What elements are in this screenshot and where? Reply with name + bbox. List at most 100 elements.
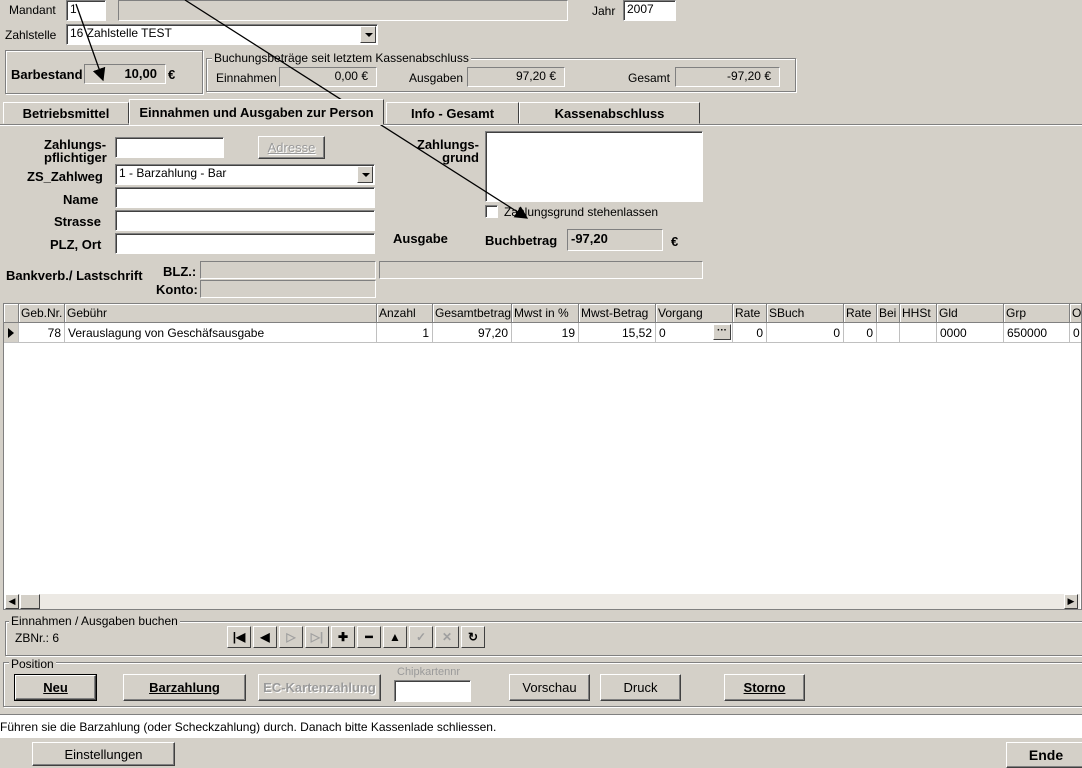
vorgang-value: 0 <box>659 326 666 340</box>
zahlungsgrund-textarea[interactable] <box>485 131 703 202</box>
col-o[interactable]: O <box>1070 304 1081 323</box>
cell-grp[interactable]: 650000 <box>1004 323 1070 343</box>
name-field[interactable] <box>115 187 375 208</box>
plz-ort-field[interactable] <box>115 233 375 254</box>
col-sbuch[interactable]: SBuch <box>767 304 844 323</box>
blz-label: BLZ.: <box>163 264 197 279</box>
col-mwst-betrag[interactable]: Mwst-Betrag <box>579 304 656 323</box>
strasse-field[interactable] <box>115 210 375 231</box>
barzahlung-button[interactable]: Barzahlung <box>123 674 246 701</box>
stehenlassen-checkbox[interactable] <box>485 205 498 218</box>
buchen-title: Einnahmen / Ausgaben buchen <box>9 614 180 628</box>
einstellungen-button[interactable]: Einstellungen <box>32 742 175 766</box>
cell-hhst[interactable] <box>900 323 937 343</box>
next-icon[interactable]: ▷ <box>279 626 303 648</box>
cancel-icon[interactable]: ✕ <box>435 626 459 648</box>
minus-icon[interactable]: ━ <box>357 626 381 648</box>
vorschau-button[interactable]: Vorschau <box>509 674 590 701</box>
col-gld[interactable]: Gld <box>937 304 1004 323</box>
zahlungspflichtiger-field[interactable] <box>115 137 224 158</box>
refresh-icon[interactable]: ↻ <box>461 626 485 648</box>
col-rate-2[interactable]: Rate <box>844 304 877 323</box>
ec-kartenzahlung-button[interactable]: EC-Kartenzahlung <box>258 674 381 701</box>
cell-sbuch[interactable]: 0 <box>767 323 844 343</box>
col-gebnr[interactable]: Geb.Nr. <box>19 304 65 323</box>
ellipsis-button[interactable]: ··· <box>713 324 731 340</box>
check-icon[interactable]: ✓ <box>409 626 433 648</box>
zahlstelle-label: Zahlstelle <box>5 28 57 42</box>
cell-gebuehr[interactable]: Verauslagung von Geschäfsausgabe <box>65 323 377 343</box>
neu-button[interactable]: Neu <box>14 674 97 701</box>
cell-anzahl[interactable]: 1 <box>377 323 433 343</box>
buchungsbetraege-title: Buchungsbeträge seit letztem Kassenabsch… <box>212 51 471 65</box>
horizontal-scrollbar[interactable] <box>5 594 1080 609</box>
scroll-right-icon[interactable]: ▶ <box>1064 594 1078 609</box>
jahr-field[interactable]: 2007 <box>623 0 676 21</box>
zahlstelle-value: 16 Zahlstelle TEST <box>70 26 172 40</box>
cell-gebnr[interactable]: 78 <box>19 323 65 343</box>
storno-button[interactable]: Storno <box>724 674 805 701</box>
druck-button[interactable]: Druck <box>600 674 681 701</box>
cell-gesamtbetrag[interactable]: 97,20 <box>433 323 512 343</box>
last-icon[interactable]: ▷| <box>305 626 329 648</box>
prev-icon[interactable]: ◀ <box>253 626 277 648</box>
scroll-left-icon[interactable]: ◀ <box>5 594 19 609</box>
tab-info-gesamt[interactable]: Info - Gesamt <box>386 102 519 124</box>
jahr-label: Jahr <box>592 4 616 18</box>
scroll-thumb[interactable] <box>20 594 40 609</box>
cell-o[interactable]: 0 <box>1070 323 1081 343</box>
tab-kassenabschluss[interactable]: Kassenabschluss <box>519 102 700 124</box>
col-gebuehr[interactable]: Gebühr <box>65 304 377 323</box>
cell-vorgang[interactable]: 0 ··· <box>656 323 733 343</box>
cell-mwst-betrag[interactable]: 15,52 <box>579 323 656 343</box>
col-bei[interactable]: Bei <box>877 304 900 323</box>
chevron-down-icon[interactable] <box>357 166 373 183</box>
einnahmen-value: 0,00 € <box>279 67 377 87</box>
chipkarten-field[interactable] <box>394 680 471 702</box>
zbnr-label: ZBNr.: 6 <box>15 631 60 645</box>
positions-grid[interactable]: Geb.Nr. Gebühr Anzahl Gesamtbetrag Mwst … <box>3 303 1082 610</box>
bankverb-label: Bankverb./ Lastschrift <box>6 268 143 283</box>
row-header-corner <box>4 304 19 323</box>
col-hhst[interactable]: HHSt <box>900 304 937 323</box>
col-rate[interactable]: Rate <box>733 304 767 323</box>
up-icon[interactable]: ▲ <box>383 626 407 648</box>
status-bar: Führen sie die Barzahlung (oder Scheckza… <box>0 714 1082 738</box>
chipkarten-label: Chipkartennr <box>397 666 460 678</box>
status-message: Führen sie die Barzahlung (oder Scheckza… <box>0 720 497 734</box>
col-vorgang[interactable]: Vorgang <box>656 304 733 323</box>
position-title: Position <box>9 657 56 671</box>
name-label: Name <box>63 192 99 207</box>
cell-mwst-prozent[interactable]: 19 <box>512 323 579 343</box>
buchbetrag-label: Buchbetrag <box>485 233 558 248</box>
plus-icon[interactable]: ✚ <box>331 626 355 648</box>
gesamt-value: -97,20 € <box>675 67 780 87</box>
mandant-field[interactable]: 1 <box>66 0 106 21</box>
tab-einnahmen-ausgaben[interactable]: Einnahmen und Ausgaben zur Person <box>129 99 384 125</box>
cell-gld[interactable]: 0000 <box>937 323 1004 343</box>
ende-button[interactable]: Ende <box>1006 742 1082 768</box>
konto-label: Konto: <box>156 282 198 297</box>
col-mwst-prozent[interactable]: Mwst in % <box>512 304 579 323</box>
ausgaben-label: Ausgaben <box>409 71 464 85</box>
col-anzahl[interactable]: Anzahl <box>377 304 433 323</box>
ausgaben-value: 97,20 € <box>467 67 565 87</box>
cell-rate[interactable]: 0 <box>733 323 767 343</box>
tab-betriebsmittel[interactable]: Betriebsmittel <box>3 102 129 124</box>
cell-bei[interactable] <box>877 323 900 343</box>
zahlstelle-select[interactable]: 16 Zahlstelle TEST <box>66 24 378 45</box>
cell-rate-2[interactable]: 0 <box>844 323 877 343</box>
barbestand-value: 10,00 <box>84 64 166 84</box>
chevron-down-icon[interactable] <box>360 26 376 43</box>
gesamt-label: Gesamt <box>628 71 671 85</box>
zahlweg-label: ZS_Zahlweg <box>27 169 103 184</box>
first-icon[interactable]: |◀ <box>227 626 251 648</box>
adresse-button[interactable]: Adresse <box>258 136 325 159</box>
col-grp[interactable]: Grp <box>1004 304 1070 323</box>
row-selector[interactable] <box>4 323 19 343</box>
col-gesamtbetrag[interactable]: Gesamtbetrag <box>433 304 512 323</box>
zahlungsgrund-label-2: grund <box>442 150 479 165</box>
zahlweg-value: 1 - Barzahlung - Bar <box>119 166 227 180</box>
bank-name-field <box>379 261 703 279</box>
zahlweg-select[interactable]: 1 - Barzahlung - Bar <box>115 164 375 185</box>
